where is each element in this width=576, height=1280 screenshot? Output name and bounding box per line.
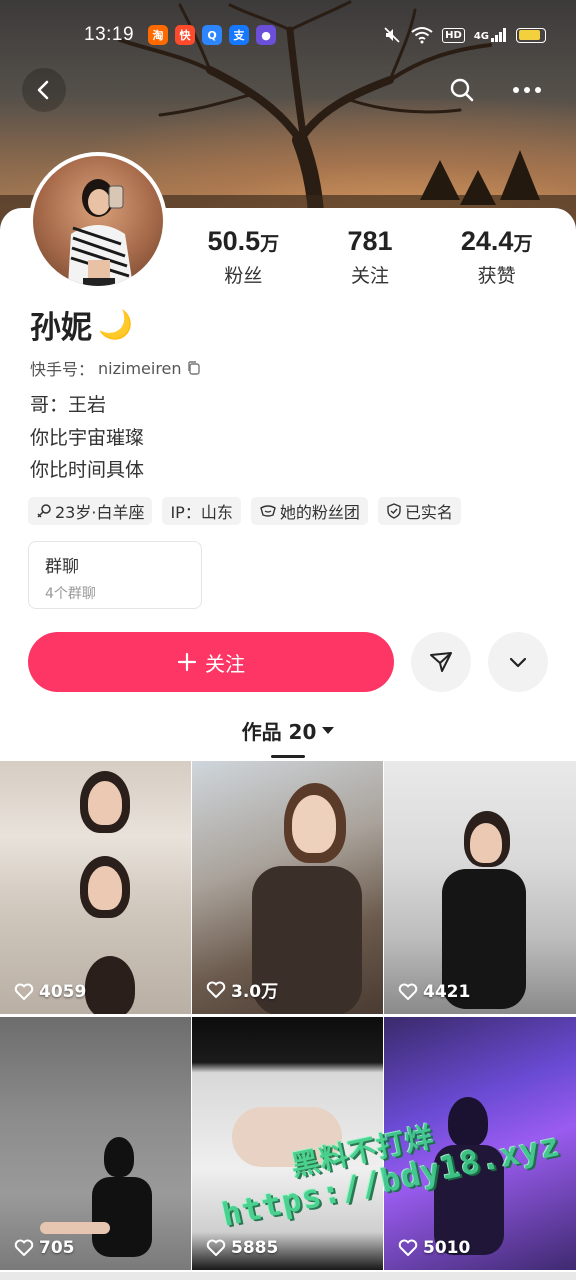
bio-line: 哥：王岩 [30,394,107,416]
works-tab[interactable]: 作品 20 [0,716,576,745]
age-tag-text: 23岁·白羊座 [55,503,145,522]
bio-line: 你比时间具体 [30,459,145,481]
network-type: 4G [473,31,489,42]
work-likes-count: 3.0万 [231,982,279,1002]
profile-name: 孙妮 🌙 [30,302,133,347]
group-chat-card[interactable]: 群聊 4个群聊 [28,541,202,609]
avatar-portrait [68,179,133,286]
taobao-icon: 淘 [148,25,169,45]
fan-club-icon [260,505,276,517]
followers-stat[interactable]: 50.5万 粉丝 [180,226,307,288]
group-chat-title: 群聊 [45,557,79,577]
ip-tag: IP：山东 [162,497,241,525]
more-button[interactable] [505,68,549,112]
mute-icon [384,27,400,43]
verified-shield-icon [387,503,401,519]
avatar[interactable] [29,152,167,290]
heart-icon [14,1239,34,1256]
back-button[interactable] [22,68,66,112]
heart-icon [14,983,34,1000]
heart-icon [206,981,226,998]
kuaishou-id-label: 快手号： [30,360,95,379]
profile-name-text: 孙妮 [30,310,92,346]
followers-unit: 万 [260,233,280,255]
chevron-down-icon [509,657,527,668]
work-thumbnail[interactable]: 4059 [0,761,191,1014]
work-likes: 5010 [398,1238,470,1258]
kuaishou-id: 快手号： nizimeiren [30,356,202,380]
following-stat[interactable]: 781 关注 [307,226,434,288]
fan-club-tag[interactable]: 她的粉丝团 [250,497,368,525]
work-thumbnail[interactable]: 705 [0,1017,191,1270]
work-thumbnail[interactable]: 3.0万 [192,761,383,1014]
follow-button[interactable]: 关注 [28,632,394,692]
work-likes: 4059 [14,982,86,1002]
following-label: 关注 [351,265,390,287]
work-likes: 3.0万 [206,977,278,1002]
verified-tag-text: 已实名 [404,503,453,522]
profile-stats: 50.5万 粉丝 781 关注 24.4万 获赞 [180,226,560,288]
likes-unit: 万 [513,233,533,255]
status-time: 13:19 [84,24,135,45]
top-navigation [0,62,576,118]
hd-badge: HD [442,27,465,43]
likes-stat[interactable]: 24.4万 获赞 [433,226,560,288]
kuaishou-app-icon: 快 [175,25,196,45]
work-likes-count: 5885 [231,1238,279,1258]
bio-line: 你比宇宙璀璨 [30,427,145,449]
followers-count: 50.5 [207,226,261,256]
paper-plane-icon [430,652,452,672]
work-likes-count: 5010 [423,1238,471,1258]
work-likes-count: 4059 [39,982,87,1002]
search-icon [450,78,474,102]
work-likes: 4421 [398,982,470,1002]
likes-label: 获赞 [477,265,516,287]
search-button[interactable] [440,68,484,112]
moon-emoji: 🌙 [98,308,133,341]
purple-app-icon: ● [256,25,277,45]
copy-icon[interactable] [186,360,202,376]
dropdown-triangle-icon [322,726,335,734]
work-likes: 705 [14,1238,75,1258]
search-app-icon: Q [202,25,223,45]
followers-label: 粉丝 [224,265,263,287]
works-tab-label: 作品 20 [241,720,317,744]
send-message-button[interactable] [411,632,471,692]
group-chat-subtitle: 4个群聊 [45,586,96,602]
following-count: 781 [347,226,393,256]
more-dots-icon [513,87,541,93]
age-tag: 23岁·白羊座 [28,497,153,525]
fan-club-tag-text: 她的粉丝团 [279,503,360,522]
kuaishou-id-value: nizimeiren [98,358,182,378]
battery-icon [516,27,546,43]
wifi-icon [411,27,433,44]
likes-count: 24.4 [460,226,514,256]
heart-icon [398,1239,418,1256]
follow-button-label: 关注 [205,651,245,676]
next-row-peek [0,1272,576,1280]
work-likes: 5885 [206,1238,278,1258]
alipay-icon: 支 [229,25,250,45]
work-likes-count: 4421 [423,982,471,1002]
work-likes-count: 705 [39,1238,75,1258]
gender-female-icon [37,504,51,518]
profile-tags: 23岁·白羊座 IP：山东 她的粉丝团 已实名 [28,497,461,525]
expand-button[interactable] [488,632,548,692]
tab-underline [271,755,305,758]
heart-icon [398,983,418,1000]
verified-tag: 已实名 [377,497,461,525]
chevron-left-icon [37,80,49,100]
ip-tag-text: IP：山东 [170,503,233,522]
heart-icon [206,1239,226,1256]
work-thumbnail[interactable]: 4421 [384,761,576,1014]
status-bar: 13:19 淘 快 Q 支 ● HD 4G [0,0,576,70]
plus-icon [177,652,197,672]
cellular-signal-icon: 4G [474,28,507,42]
